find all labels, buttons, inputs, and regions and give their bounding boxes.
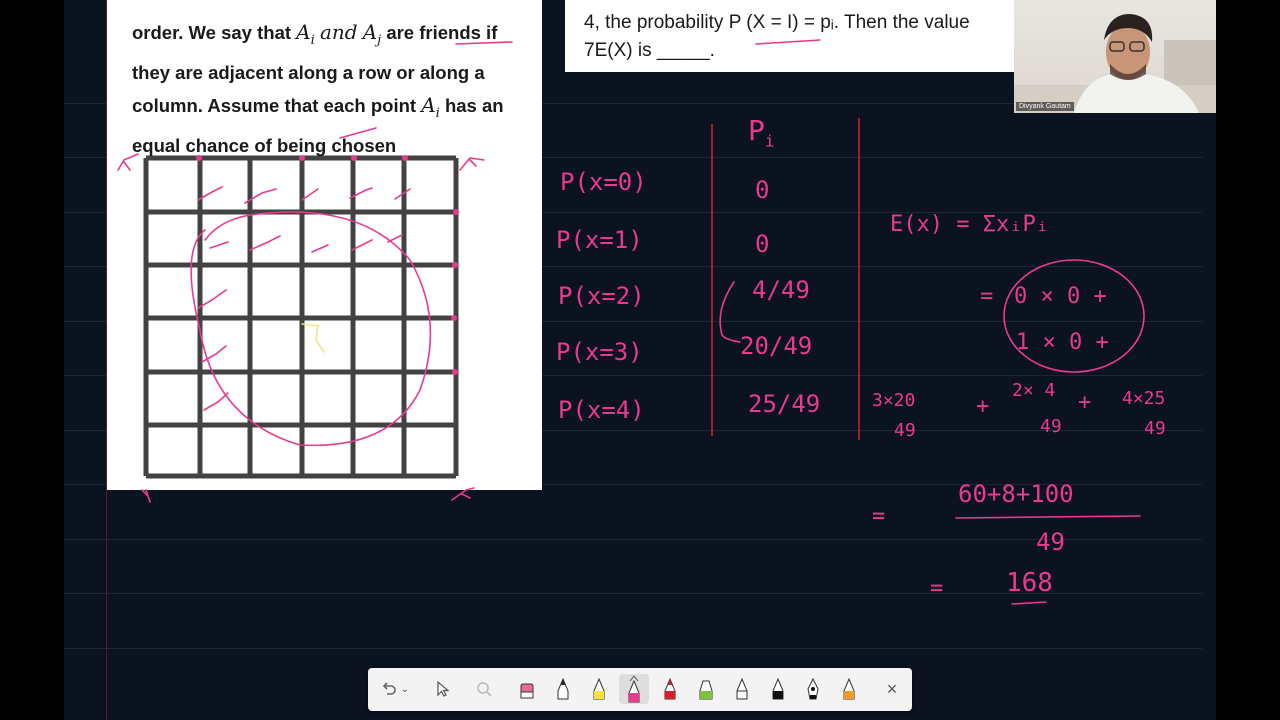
check-mark	[349, 187, 373, 199]
sum-numerator: 60+8+100	[958, 480, 1074, 508]
highlighter-green-icon[interactable]	[691, 674, 721, 704]
prob-value: 25/49	[748, 390, 821, 418]
pen-dark-icon[interactable]	[763, 674, 793, 704]
equals-sign: =	[930, 576, 944, 601]
highlighter-yellow-icon[interactable]	[584, 674, 614, 704]
result-underline	[1011, 601, 1047, 605]
pink-ink-strokes	[117, 39, 1145, 605]
bracket-mark	[719, 281, 741, 343]
pen-toolbar: ⌄ ×	[368, 668, 912, 711]
point-dots	[196, 155, 459, 375]
equals-sign: =	[872, 504, 886, 529]
prob-value: 0	[755, 230, 770, 258]
term-numerator: 4×25	[1122, 388, 1166, 409]
underline-mark	[755, 39, 821, 45]
corner-mark	[117, 153, 139, 171]
prob-label: P(x=2)	[558, 282, 645, 310]
prob-label: P(x=0)	[560, 168, 647, 196]
check-mark	[197, 289, 227, 309]
pen-white-icon[interactable]	[727, 674, 757, 704]
check-mark	[244, 188, 277, 204]
check-mark	[351, 239, 373, 251]
circled-terms	[1003, 259, 1145, 373]
prob-value: 0	[755, 176, 770, 204]
plus-sign: +	[1078, 390, 1092, 415]
pen-red-icon[interactable]	[655, 674, 685, 704]
corner-mark	[451, 487, 475, 501]
check-mark	[197, 186, 223, 201]
prob-value: 20/49	[740, 332, 813, 360]
term-denominator: 49	[1144, 418, 1166, 439]
sum-denominator: 49	[1036, 528, 1065, 556]
plus-sign: +	[976, 394, 990, 419]
pen-pink-icon[interactable]	[619, 674, 649, 704]
circled-term: 0 × 0 +	[1014, 284, 1107, 309]
highlight-circle	[190, 211, 432, 447]
check-mark	[394, 188, 411, 200]
check-mark	[209, 241, 229, 249]
prob-label: P(x=4)	[558, 396, 645, 424]
check-mark	[387, 234, 403, 243]
fraction-bar	[955, 515, 1141, 519]
yellow-mark	[301, 323, 325, 353]
check-mark	[311, 244, 329, 253]
term-numerator: 2× 4	[1012, 380, 1056, 401]
final-result: 168	[1006, 568, 1053, 598]
term-denominator: 49	[1040, 416, 1062, 437]
close-toolbar-button[interactable]: ×	[877, 674, 907, 704]
prob-label: P(x=3)	[556, 338, 643, 366]
chevron-down-icon[interactable]: ⌄	[398, 674, 412, 704]
prob-label: P(x=1)	[556, 226, 643, 254]
circled-term: 1 × 0 +	[1016, 330, 1109, 355]
expectation-formula: E(x) = ΣxᵢPᵢ	[890, 212, 1049, 237]
pen-black-icon[interactable]	[548, 674, 578, 704]
eraser-icon[interactable]	[512, 674, 542, 704]
lasso-search-icon[interactable]	[469, 674, 499, 704]
pen-orange-icon[interactable]	[834, 674, 864, 704]
check-mark	[301, 188, 319, 201]
corner-mark	[459, 157, 485, 171]
underline-mark	[339, 127, 377, 139]
underline-mark	[455, 41, 513, 45]
prob-value: 4/49	[752, 276, 810, 304]
check-mark	[249, 235, 281, 251]
pi-header: Pi	[748, 114, 775, 151]
screen: ••• order. We say that Ai and Aj are fri…	[0, 0, 1280, 720]
fountain-pen-icon[interactable]	[798, 674, 828, 704]
corner-mark	[141, 489, 151, 503]
select-pointer-icon[interactable]	[428, 674, 458, 704]
term-denominator: 49	[894, 420, 916, 441]
equals-sign: =	[980, 284, 994, 309]
check-mark	[203, 392, 229, 411]
term-numerator: 3×20	[872, 390, 916, 411]
